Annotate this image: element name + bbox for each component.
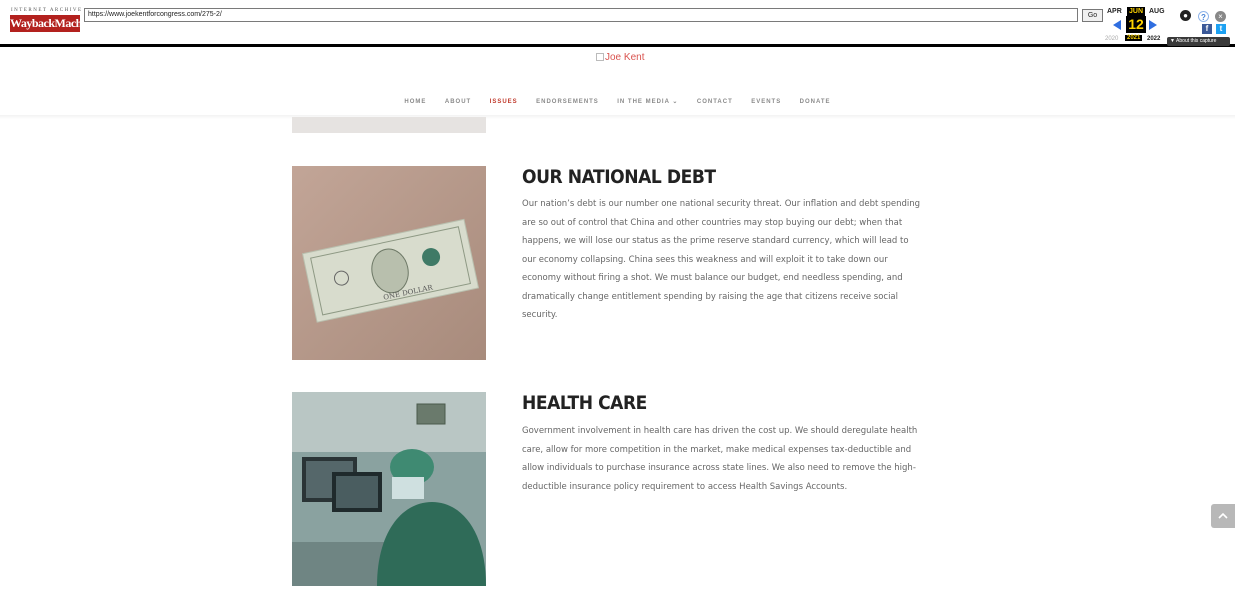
wayback-url-input[interactable]: https://www.joekentforcongress.com/275-2… xyxy=(84,8,1078,22)
twitter-icon[interactable]: t xyxy=(1216,24,1226,34)
dollar-bill-image: ONE DOLLAR xyxy=(292,166,486,360)
chevron-up-icon xyxy=(1218,512,1228,519)
nav-in-the-media[interactable]: IN THE MEDIA ⌄ xyxy=(617,98,678,105)
issue-text-line: allow individuals to purchase insurance … xyxy=(522,463,916,473)
issue-body: Our nation’s debt is our number one nati… xyxy=(522,195,948,325)
current-month: JUN xyxy=(1127,7,1146,16)
help-icon[interactable]: ? xyxy=(1198,11,1209,22)
nav-events[interactable]: EVENTS xyxy=(751,99,781,105)
prev-month-link[interactable]: APR xyxy=(1107,8,1122,15)
next-capture-arrow-icon[interactable] xyxy=(1149,20,1157,30)
close-icon[interactable]: × xyxy=(1215,11,1226,22)
wayback-logo-caption: INTERNET ARCHIVE xyxy=(11,8,83,13)
nav-issues[interactable]: ISSUES xyxy=(490,99,518,105)
issue-text-line: care, allow for more competition in the … xyxy=(522,444,912,455)
wayback-go-button[interactable]: Go xyxy=(1082,9,1103,22)
issue-text-line: Government involvement in health care ha… xyxy=(522,426,918,436)
issue-text-line: are so out of control that China and oth… xyxy=(522,217,903,228)
issue-body: Government involvement in health care ha… xyxy=(522,422,948,496)
wayback-toolbar: INTERNET ARCHIVE WaybackMachine https://… xyxy=(0,0,1235,47)
next-month-link[interactable]: AUG xyxy=(1149,8,1165,15)
wayback-logo[interactable]: WaybackMachine xyxy=(10,15,96,32)
current-year: 2021 xyxy=(1125,35,1143,41)
nav-donate[interactable]: DONATE xyxy=(800,99,831,105)
issue-text-line: dramatically change entitlement spending… xyxy=(522,291,899,302)
next-year-link[interactable]: 2022 xyxy=(1147,36,1160,42)
nav-about[interactable]: ABOUT xyxy=(445,99,471,105)
header-divider xyxy=(0,115,1235,119)
issue-text-line: deductible insurance policy requirement … xyxy=(522,481,848,492)
previous-issue-image xyxy=(292,117,486,133)
nav-endorsements[interactable]: ENDORSEMENTS xyxy=(536,99,599,105)
issue-title: OUR NATIONAL DEBT xyxy=(522,166,716,188)
prev-capture-arrow-icon[interactable] xyxy=(1113,20,1121,30)
issue-title: HEALTH CARE xyxy=(522,392,647,414)
user-icon[interactable]: ● xyxy=(1180,10,1191,21)
issue-text-line: happens, we will lose our status as the … xyxy=(522,236,909,246)
facebook-icon[interactable]: f xyxy=(1202,24,1212,34)
prev-year-link[interactable]: 2020 xyxy=(1105,36,1118,42)
capture-day: 12 xyxy=(1126,16,1146,33)
nav-contact[interactable]: CONTACT xyxy=(697,99,733,105)
about-capture-button[interactable]: ▼ About this capture xyxy=(1167,37,1230,46)
broken-image-icon xyxy=(596,53,604,61)
issue-text-line: Our nation’s debt is our number one nati… xyxy=(522,199,921,209)
nav-home[interactable]: HOME xyxy=(404,99,426,105)
main-nav: HOME ABOUT ISSUES ENDORSEMENTS IN THE ME… xyxy=(0,90,1235,108)
issue-text-line: economy without firing a shot. We must b… xyxy=(522,273,903,283)
issue-text-line: security. xyxy=(522,310,558,320)
scroll-to-top-button[interactable] xyxy=(1211,504,1235,528)
site-logo-alt-text: Joe Kent xyxy=(605,52,645,63)
site-logo[interactable]: Joe Kent xyxy=(596,52,644,63)
health-worker-image xyxy=(292,392,486,586)
issue-text-line: our economy collapsing. China sees this … xyxy=(522,254,888,265)
